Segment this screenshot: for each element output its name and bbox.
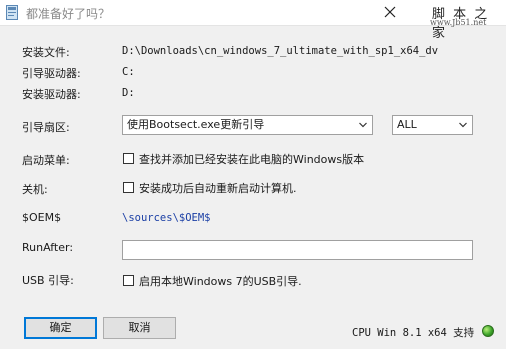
close-icon[interactable] xyxy=(384,6,396,18)
window-title: 都准备好了吗？ xyxy=(26,7,111,21)
usb-boot-label: USB 引导: xyxy=(22,274,74,287)
boot-sector-scope-value: ALL xyxy=(397,118,417,131)
install-drive-value: D: xyxy=(122,87,135,99)
cancel-button[interactable]: 取消 xyxy=(103,317,176,339)
cancel-button-label: 取消 xyxy=(128,321,151,334)
oem-label: $OEM$ xyxy=(22,211,62,224)
usb-boot-option[interactable]: 启用本地Windows 7的USB引导. xyxy=(139,273,302,289)
boot-drive-label: 引导驱动器: xyxy=(22,67,81,80)
ok-button[interactable]: 确定 xyxy=(24,317,97,339)
run-after-input[interactable] xyxy=(122,240,473,260)
boot-menu-label: 启动菜单: xyxy=(22,154,70,167)
boot-sector-method-select[interactable]: 使用Bootsect.exe更新引导 xyxy=(122,115,373,135)
status-led-icon xyxy=(482,325,494,337)
shutdown-option[interactable]: 安装成功后自动重新启动计算机. xyxy=(139,180,297,196)
boot-sector-method-value: 使用Bootsect.exe更新引导 xyxy=(127,118,265,131)
boot-sector-scope-select[interactable]: ALL xyxy=(392,115,473,135)
usb-boot-checkbox[interactable] xyxy=(123,275,134,286)
watermark-url: www.Jb51.net xyxy=(430,18,487,27)
install-file-value: D:\Downloads\cn_windows_7_ultimate_with_… xyxy=(122,45,439,57)
oem-link[interactable]: \sources\$OEM$ xyxy=(122,212,211,224)
boot-sector-label: 引导扇区: xyxy=(22,121,70,134)
boot-menu-checkbox[interactable] xyxy=(123,153,134,164)
shutdown-checkbox[interactable] xyxy=(123,182,134,193)
install-drive-label: 安装驱动器: xyxy=(22,88,81,101)
run-after-label: RunAfter: xyxy=(22,241,74,254)
install-file-label: 安装文件: xyxy=(22,46,70,59)
app-icon xyxy=(6,5,18,20)
boot-menu-option[interactable]: 查找并添加已经安装在此电脑的Windows版本 xyxy=(139,151,364,167)
chevron-down-icon xyxy=(459,122,467,128)
ok-button-label: 确定 xyxy=(49,321,72,334)
boot-drive-value: C: xyxy=(122,66,135,78)
title-bar: 都准备好了吗？ 脚 本 之 家 www.Jb51.net xyxy=(0,0,506,41)
status-text: CPU Win 8.1 x64 支持 xyxy=(352,327,475,339)
chevron-down-icon xyxy=(359,122,367,128)
shutdown-label: 关机: xyxy=(22,183,48,196)
